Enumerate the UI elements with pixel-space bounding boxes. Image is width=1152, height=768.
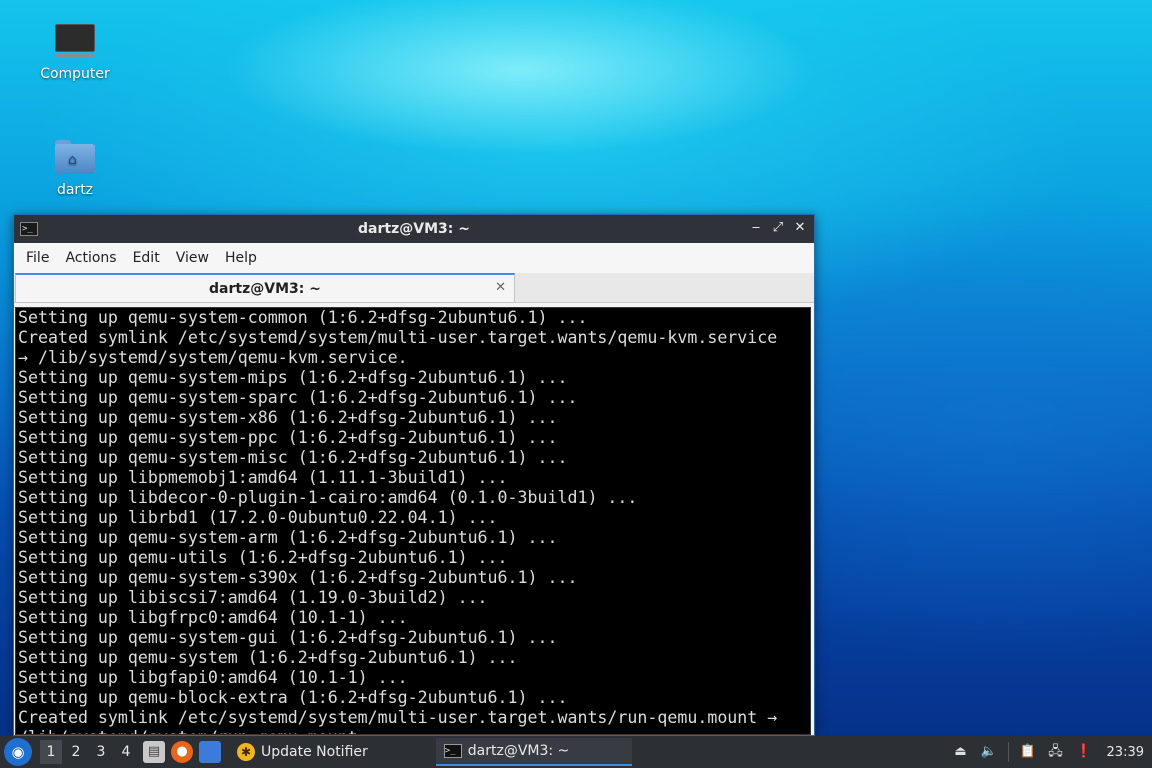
maximize-button[interactable]: ⤢ bbox=[770, 219, 786, 237]
window-titlebar[interactable]: >_ dartz@VM3: ~ ‒ ⤢ ✕ bbox=[14, 215, 814, 243]
terminal-line: Setting up qemu-system-x86 (1:6.2+dfsg-2… bbox=[18, 408, 558, 427]
terminal-line: Setting up qemu-utils (1:6.2+dfsg-2ubunt… bbox=[18, 548, 508, 567]
terminal-line: Setting up librbd1 (17.2.0-0ubuntu0.22.0… bbox=[18, 508, 498, 527]
workspace-2[interactable]: 2 bbox=[65, 740, 87, 764]
terminal-line: Setting up qemu-system-ppc (1:6.2+dfsg-2… bbox=[18, 428, 558, 447]
terminal-line: Setting up qemu-system (1:6.2+dfsg-2ubun… bbox=[18, 648, 518, 667]
tab-terminal[interactable]: dartz@VM3: ~ ✕ bbox=[15, 273, 515, 303]
terminal-line: Setting up libgfapi0:amd64 (10.1-1) ... bbox=[18, 668, 408, 687]
network-icon[interactable]: 🖧 bbox=[1047, 743, 1065, 761]
home-folder-icon: ⌂ bbox=[54, 140, 96, 176]
terminal-line: Setting up libgfrpc0:amd64 (10.1-1) ... bbox=[18, 608, 408, 627]
terminal-line: Setting up libiscsi7:amd64 (1.19.0-3buil… bbox=[18, 588, 488, 607]
show-desktop-icon[interactable] bbox=[199, 741, 221, 763]
task-label: Update Notifier bbox=[261, 744, 368, 760]
tab-bar: dartz@VM3: ~ ✕ bbox=[14, 273, 814, 303]
terminal-line: Created symlink /etc/systemd/system/mult… bbox=[18, 708, 778, 727]
menu-file[interactable]: File bbox=[18, 250, 57, 266]
window-title: dartz@VM3: ~ bbox=[358, 221, 470, 237]
eject-icon[interactable]: ⏏ bbox=[952, 743, 970, 761]
terminal-line: /lib/systemd/system/run-qemu.mount. bbox=[16, 728, 810, 734]
tab-close-icon[interactable]: ✕ bbox=[495, 280, 506, 295]
task-label: dartz@VM3: ~ bbox=[467, 743, 570, 759]
terminal-line: → /lib/systemd/system/qemu-kvm.service. bbox=[18, 348, 408, 367]
update-notifier-icon: ✱ bbox=[237, 743, 255, 761]
workspace-4[interactable]: 4 bbox=[115, 740, 137, 764]
terminal-line: Setting up qemu-system-common (1:6.2+dfs… bbox=[18, 308, 588, 327]
task-terminal[interactable]: >_ dartz@VM3: ~ bbox=[435, 738, 632, 766]
lubuntu-start-icon[interactable]: ◉ bbox=[4, 738, 32, 766]
terminal-icon: >_ bbox=[443, 744, 462, 758]
terminal-window: >_ dartz@VM3: ~ ‒ ⤢ ✕ File Actions Edit … bbox=[13, 214, 815, 736]
terminal-line: Setting up qemu-system-sparc (1:6.2+dfsg… bbox=[18, 388, 578, 407]
menu-bar: File Actions Edit View Help bbox=[14, 243, 814, 273]
firefox-icon[interactable]: ● bbox=[171, 741, 193, 763]
clipboard-icon[interactable]: 📋 bbox=[1019, 743, 1037, 761]
terminal-line: Setting up qemu-system-gui (1:6.2+dfsg-2… bbox=[18, 628, 558, 647]
task-update-notifier[interactable]: ✱ Update Notifier bbox=[229, 738, 376, 766]
menu-view[interactable]: View bbox=[168, 250, 217, 266]
desktop-icon-home[interactable]: ⌂ dartz bbox=[30, 140, 120, 198]
terminal-line: Setting up qemu-system-mips (1:6.2+dfsg-… bbox=[18, 368, 568, 387]
terminal-line: Setting up qemu-system-misc (1:6.2+dfsg-… bbox=[18, 448, 568, 467]
tab-label: dartz@VM3: ~ bbox=[209, 280, 321, 297]
desktop-icon-computer[interactable]: Computer bbox=[30, 24, 120, 82]
terminal-line: Setting up libpmemobj1:amd64 (1.11.1-3bu… bbox=[18, 468, 508, 487]
terminal-line: Setting up libdecor-0-plugin-1-cairo:amd… bbox=[18, 488, 638, 507]
clock[interactable]: 23:39 bbox=[1107, 745, 1144, 760]
terminal-line: Setting up qemu-system-arm (1:6.2+dfsg-2… bbox=[18, 528, 558, 547]
taskbar: ◉ 1 2 3 4 ▤ ● ✱ Update Notifier >_ dartz… bbox=[0, 736, 1152, 768]
desktop-icon-label: Computer bbox=[40, 66, 110, 82]
terminal-line: Created symlink /etc/systemd/system/mult… bbox=[18, 328, 778, 347]
workspace-3[interactable]: 3 bbox=[90, 740, 112, 764]
desktop-icon-label: dartz bbox=[56, 182, 94, 198]
minimize-button[interactable]: ‒ bbox=[748, 219, 764, 237]
volume-icon[interactable]: 🔈 bbox=[980, 743, 998, 761]
terminal-line: Setting up qemu-block-extra (1:6.2+dfsg-… bbox=[18, 688, 568, 707]
computer-icon bbox=[54, 24, 96, 60]
system-tray: ⏏ 🔈 📋 🖧 ❗ 23:39 bbox=[952, 736, 1152, 768]
tray-separator bbox=[1007, 742, 1009, 762]
terminal-output[interactable]: Setting up qemu-system-common (1:6.2+dfs… bbox=[15, 307, 811, 735]
workspace-1[interactable]: 1 bbox=[40, 740, 62, 764]
file-manager-icon[interactable]: ▤ bbox=[143, 741, 165, 763]
notification-icon[interactable]: ❗ bbox=[1075, 743, 1093, 761]
terminal-line: Setting up qemu-system-s390x (1:6.2+dfsg… bbox=[18, 568, 578, 587]
menu-actions[interactable]: Actions bbox=[57, 250, 124, 266]
close-button[interactable]: ✕ bbox=[792, 219, 808, 237]
menu-help[interactable]: Help bbox=[217, 250, 265, 266]
menu-edit[interactable]: Edit bbox=[125, 250, 168, 266]
